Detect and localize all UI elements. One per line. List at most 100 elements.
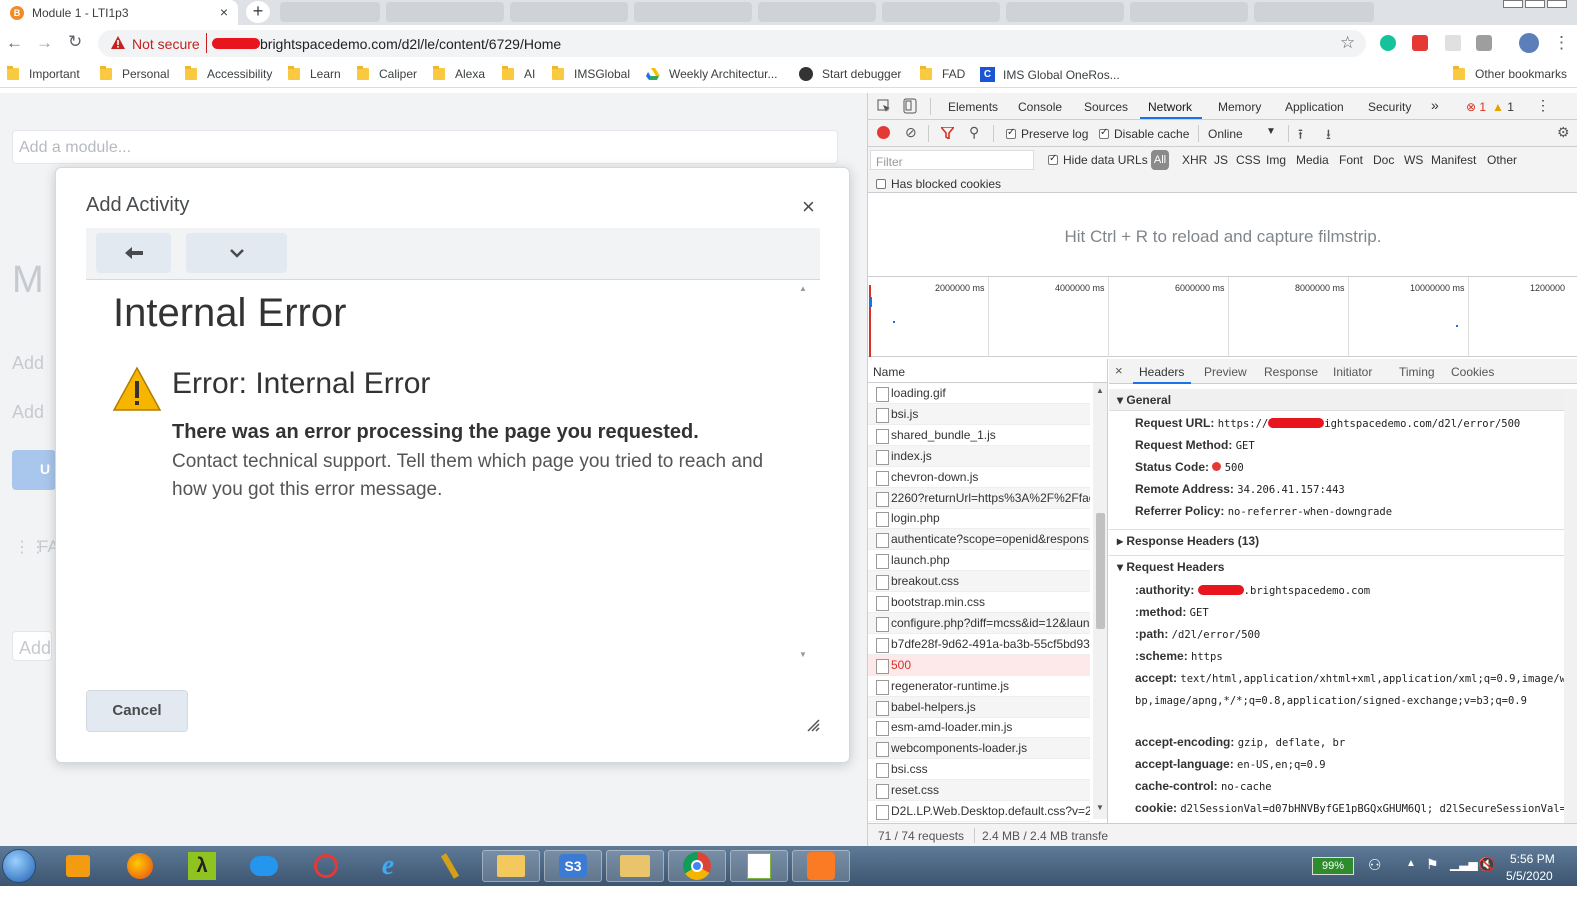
bookmark-ai[interactable]: AI xyxy=(502,66,535,81)
forward-arrow-icon[interactable]: → xyxy=(36,33,53,53)
bookmark-caliper[interactable]: Caliper xyxy=(357,66,417,81)
request-row[interactable]: webcomponents-loader.js xyxy=(868,738,1090,760)
cancel-button[interactable]: Cancel xyxy=(86,690,188,732)
tab-response[interactable]: Response xyxy=(1264,365,1318,379)
battery-indicator[interactable]: 99% xyxy=(1312,857,1354,875)
request-headers-toggle[interactable]: ▾ Request Headers xyxy=(1109,555,1577,577)
disable-cache-checkbox[interactable]: Disable cache xyxy=(1099,127,1189,141)
folder-icon[interactable] xyxy=(606,850,664,882)
bookmark-important[interactable]: Important xyxy=(7,66,80,81)
docker-icon[interactable] xyxy=(242,850,286,882)
record-icon[interactable] xyxy=(877,126,890,139)
request-row[interactable]: index.js xyxy=(868,445,1090,467)
reload-icon[interactable]: ↻ xyxy=(68,32,82,52)
type-filter-other[interactable]: Other xyxy=(1487,153,1517,167)
request-row[interactable]: bootstrap.min.css xyxy=(868,592,1090,613)
preserve-log-checkbox[interactable]: Preserve log xyxy=(1006,127,1088,141)
detail-scrollbar[interactable] xyxy=(1564,389,1577,823)
request-row[interactable]: breakout.css xyxy=(868,571,1090,593)
type-filter-ws[interactable]: WS xyxy=(1404,153,1423,167)
tab-memory[interactable]: Memory xyxy=(1218,100,1261,114)
chrome-icon[interactable] xyxy=(668,850,726,882)
request-row[interactable]: reset.css xyxy=(868,780,1090,802)
avatar[interactable] xyxy=(1519,33,1539,53)
dropdown-button[interactable] xyxy=(186,233,287,273)
request-row[interactable]: D2L.LP.Web.Desktop.default.css?v=20 xyxy=(868,801,1090,822)
request-row[interactable]: regenerator-runtime.js xyxy=(868,676,1090,697)
tab-network[interactable]: Network xyxy=(1148,100,1192,114)
tray-expand-icon[interactable]: ▲ xyxy=(1406,858,1416,869)
request-row[interactable]: configure.php?diff=mcss&id=12&laun xyxy=(868,612,1090,634)
add-activity-partial[interactable]: Add xyxy=(12,631,52,661)
media-player-icon[interactable] xyxy=(56,850,100,882)
add-module-input[interactable]: Add a module... xyxy=(12,130,838,164)
bookmark-alexa[interactable]: Alexa xyxy=(433,66,485,81)
request-row[interactable]: esm-amd-loader.min.js xyxy=(868,717,1090,739)
start-button[interactable] xyxy=(2,849,36,883)
has-blocked-cookies-checkbox[interactable]: Has blocked cookies xyxy=(876,177,1001,191)
bookmark-imsglobal[interactable]: IMSGlobal xyxy=(552,66,630,81)
firefox-icon[interactable] xyxy=(118,850,162,882)
request-row[interactable]: launch.php xyxy=(868,550,1090,572)
url-text[interactable]: brightspacedemo.com/d2l/le/content/6729/… xyxy=(260,36,561,52)
general-section-toggle[interactable]: ▾ General xyxy=(1109,389,1577,411)
clock-time[interactable]: 5:56 PM xyxy=(1510,852,1555,866)
tab-application[interactable]: Application xyxy=(1285,100,1344,114)
request-row[interactable]: b7dfe28f-9d62-491a-ba3b-55cf5bd93 xyxy=(868,634,1090,655)
tab-cookies[interactable]: Cookies xyxy=(1451,365,1494,379)
request-row[interactable]: authenticate?scope=openid&respons xyxy=(868,529,1090,551)
more-tabs-icon[interactable]: » xyxy=(1431,97,1439,113)
request-list-scrollbar[interactable]: ▲ ▼ xyxy=(1093,383,1107,819)
frame-scrollbar[interactable]: ▲ ▼ xyxy=(796,282,810,664)
paint-icon[interactable] xyxy=(304,850,348,882)
tab-security[interactable]: Security xyxy=(1368,100,1411,114)
error-count-badge[interactable]: ⊗ 1 xyxy=(1466,100,1486,114)
extension-badge-icon[interactable] xyxy=(1412,35,1428,51)
add-description-partial[interactable]: Add xyxy=(12,353,44,374)
request-row[interactable]: babel-helpers.js xyxy=(868,696,1090,718)
browser-tab-background[interactable] xyxy=(280,2,380,22)
request-row[interactable]: shared_bundle_1.js xyxy=(868,425,1090,446)
tools-icon[interactable] xyxy=(428,850,472,882)
response-headers-toggle[interactable]: ▸ Response Headers (13) xyxy=(1109,529,1577,551)
chart-icon[interactable] xyxy=(730,850,788,882)
clear-icon[interactable]: ⊘ xyxy=(905,124,917,141)
browser-tab-background[interactable] xyxy=(510,2,628,22)
filter-funnel-icon[interactable] xyxy=(941,127,954,139)
type-filter-img[interactable]: Img xyxy=(1266,153,1286,167)
bookmark-learn[interactable]: Learn xyxy=(288,66,341,81)
type-filter-js[interactable]: JS xyxy=(1214,153,1228,167)
bookmark-fad[interactable]: FAD xyxy=(920,66,965,81)
flag-icon[interactable]: ⚑ xyxy=(1426,856,1439,873)
xampp-icon[interactable] xyxy=(792,850,850,882)
network-user-icon[interactable]: ⚇ xyxy=(1368,856,1381,874)
browser-tab-background[interactable] xyxy=(1006,2,1124,22)
maximize-icon[interactable] xyxy=(1525,0,1545,8)
inspect-element-icon[interactable] xyxy=(877,99,891,113)
menu-kebab-icon[interactable]: ⋮ xyxy=(1553,33,1570,53)
bookmark-accessibility[interactable]: Accessibility xyxy=(185,66,272,81)
network-overview-timeline[interactable]: 2000000 ms 4000000 ms 6000000 ms 8000000… xyxy=(868,277,1577,357)
volume-muted-icon[interactable]: 🔇 xyxy=(1478,856,1495,873)
request-row[interactable]: chevron-down.js xyxy=(868,467,1090,488)
extension-grid-icon[interactable] xyxy=(1445,35,1461,51)
bookmark-weekly-architecture[interactable]: Weekly Architectur... xyxy=(646,67,778,81)
request-row[interactable]: loading.gif xyxy=(868,383,1090,404)
settings-gear-icon[interactable]: ⚙ xyxy=(1557,124,1570,141)
tab-timing[interactable]: Timing xyxy=(1399,365,1435,379)
tab-console[interactable]: Console xyxy=(1018,100,1062,114)
tab-headers[interactable]: Headers xyxy=(1139,365,1184,379)
s3-icon[interactable]: S3 xyxy=(544,850,602,882)
browser-tab-active[interactable]: B Module 1 - LTI1p3 × xyxy=(0,0,238,25)
hide-data-urls-checkbox[interactable]: Hide data URLs xyxy=(1048,153,1148,167)
browser-tab-background[interactable] xyxy=(882,2,1000,22)
resize-grip-icon[interactable] xyxy=(806,718,820,732)
bookmark-ims-oneroster[interactable]: C IMS Global OneRos... xyxy=(980,67,1120,82)
export-har-icon[interactable]: ⭳ xyxy=(1326,124,1331,148)
dropdown-arrow-icon[interactable]: ▼ xyxy=(1266,126,1276,137)
search-icon[interactable]: ⚲ xyxy=(969,124,979,141)
request-row[interactable]: bsi.js xyxy=(868,403,1090,425)
browser-tab-background[interactable] xyxy=(1130,2,1248,22)
type-filter-xhr[interactable]: XHR xyxy=(1182,153,1207,167)
grammarly-icon[interactable] xyxy=(1380,35,1396,51)
